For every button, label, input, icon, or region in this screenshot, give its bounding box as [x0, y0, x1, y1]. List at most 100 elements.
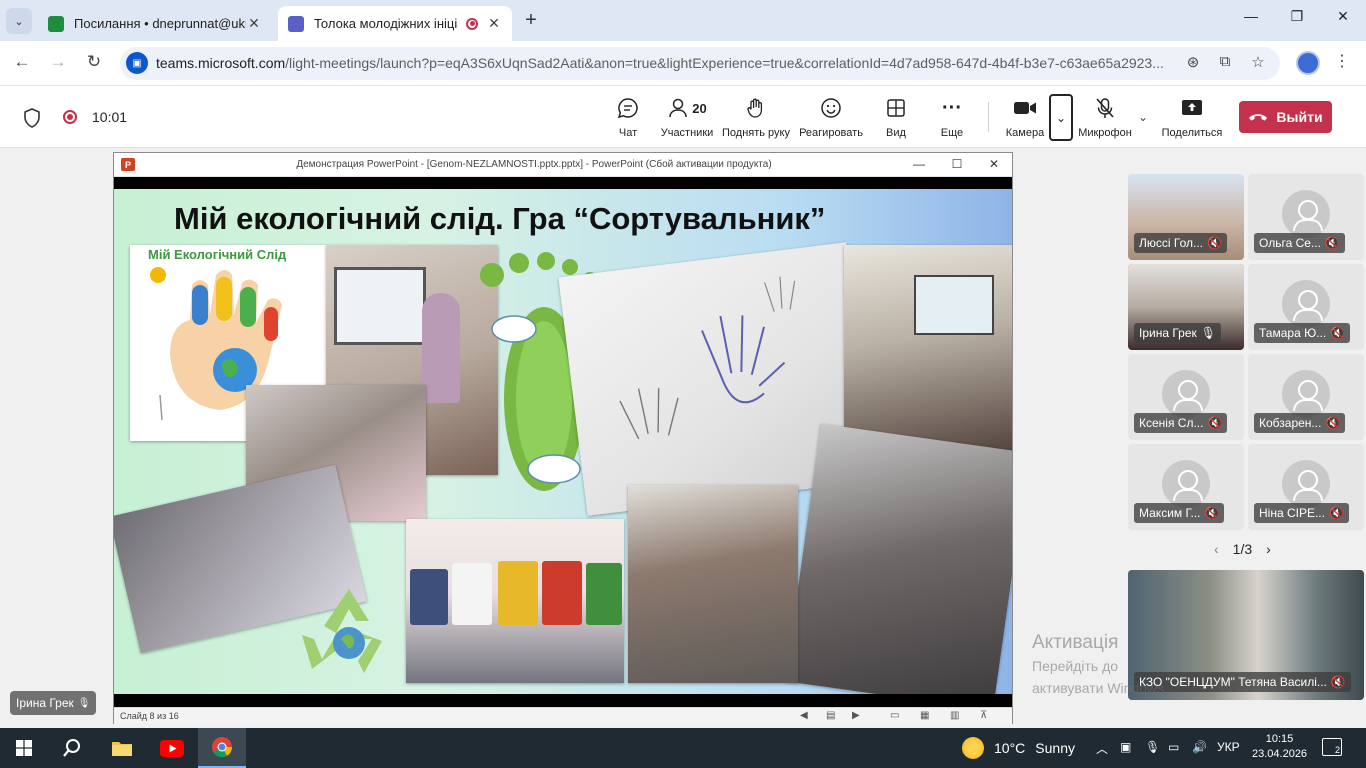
mic-muted-icon: 🔇 — [1204, 506, 1220, 520]
participant-name: Ольга Се... — [1259, 236, 1321, 250]
tray-chevron-up-icon[interactable]: ︿ — [1096, 740, 1108, 757]
bookmark-star-icon[interactable]: ☆ — [1247, 53, 1269, 71]
extension-icon[interactable]: ⊛ — [1182, 53, 1204, 71]
tab-title: Посилання • dneprunnat@ukr. — [74, 16, 246, 31]
sun-icon — [962, 737, 984, 759]
sheets-icon — [48, 15, 64, 32]
tab-title: Толока молодіжних ініціат — [314, 16, 458, 31]
avatar — [1282, 190, 1330, 238]
people-icon — [669, 98, 688, 118]
mic-options-chevron-down-icon[interactable]: ⌄ — [1138, 110, 1148, 124]
recording-icon — [466, 17, 478, 30]
meeting-control-bar: 10:01 Чат 20 Участники Поднять руку Реаг… — [0, 86, 1366, 148]
windows-taskbar: 10°C Sunny ︿ ▣ 🎙 ▭ 🔊 УКР 10:15 23.04.202… — [0, 728, 1366, 768]
camera-options-chevron-down-icon[interactable]: ⌄ — [1049, 94, 1073, 141]
chrome-icon[interactable] — [198, 728, 246, 768]
chat-button[interactable]: Чат — [613, 96, 643, 139]
volume-icon[interactable]: 🔊 — [1192, 740, 1207, 754]
whiteboard-screen — [914, 275, 994, 335]
participant-tile[interactable]: Максим Г... 🔇 — [1128, 444, 1244, 530]
bin-green — [586, 563, 622, 625]
recycle-icon — [302, 589, 382, 673]
control-divider — [988, 102, 989, 132]
new-tab-button[interactable]: + — [520, 9, 542, 32]
search-icon[interactable] — [48, 728, 96, 768]
mic-muted-icon: 🔇 — [1206, 236, 1222, 250]
restore-icon[interactable]: ❐ — [1287, 8, 1307, 25]
translate-icon[interactable]: ⧉ — [1214, 53, 1236, 70]
raise-hand-button[interactable]: Поднять руку — [721, 96, 791, 139]
participants-count: 20 — [692, 100, 707, 116]
weather-temperature: 10°C — [994, 740, 1026, 756]
network-icon[interactable]: ▭ — [1168, 740, 1179, 754]
react-button[interactable]: Реагировать — [799, 96, 863, 139]
minimize-icon[interactable]: — — [1241, 8, 1261, 24]
browser-tab-sheets[interactable]: Посилання • dneprunnat@ukr. ✕ — [38, 6, 272, 41]
chevron-right-icon[interactable]: › — [1266, 541, 1271, 557]
slide-area: Мій екологічний слід. Гра “Сортувальник”… — [114, 177, 1012, 707]
participant-tile[interactable]: Ксенія Сл... 🔇 — [1128, 354, 1244, 440]
browser-tab-teams[interactable]: Толока молодіжних ініціат ✕ — [278, 6, 512, 41]
view-button[interactable]: Вид — [884, 96, 908, 139]
participant-tile[interactable]: Люссі Гол... 🔇 — [1128, 174, 1244, 260]
profile-avatar[interactable] — [1296, 51, 1320, 75]
leave-button[interactable]: Выйти — [1239, 101, 1332, 133]
mic-muted-icon — [1095, 96, 1115, 120]
site-info-icon[interactable]: ▣ — [126, 52, 148, 74]
meeting-timer: 10:01 — [92, 109, 128, 125]
avatar — [1162, 370, 1210, 418]
slide-counter: Слайд 8 из 16 — [120, 711, 179, 721]
watermark-line-1: Активація — [1032, 632, 1119, 653]
mic-on-icon: 🎙 — [77, 697, 91, 709]
ppt-reading-view-icon: ▥ — [950, 710, 960, 721]
close-tab-icon[interactable]: ✕ — [486, 15, 502, 32]
browser-menu-icon[interactable]: ⋮ — [1334, 51, 1350, 71]
chevron-left-icon[interactable]: ‹ — [1214, 541, 1219, 557]
leave-label: Выйти — [1276, 109, 1323, 125]
participant-tile-speaking[interactable]: Ірина Грек 🎙 — [1128, 264, 1244, 350]
participant-name: Ірина Грек — [1139, 326, 1197, 340]
language-indicator[interactable]: УКР — [1217, 740, 1240, 754]
tray-camera-icon[interactable]: ▣ — [1120, 740, 1131, 754]
youtube-icon[interactable] — [148, 728, 196, 768]
forward-icon[interactable]: → — [46, 52, 70, 72]
mic-on-icon: 🎙 — [1200, 326, 1217, 340]
close-window-icon[interactable]: ✕ — [1333, 8, 1353, 25]
participant-tile[interactable]: Ніна СІРЕ... 🔇 — [1248, 444, 1364, 530]
close-tab-icon[interactable]: ✕ — [246, 15, 262, 32]
participant-name: Ксенія Сл... — [1139, 416, 1204, 430]
camera-label: Камера — [1005, 127, 1045, 139]
notification-center-icon[interactable]: 2 — [1322, 738, 1342, 756]
address-bar[interactable]: ▣ teams.microsoft.com/light-meetings/lau… — [120, 47, 1280, 80]
tray-mic-icon[interactable]: 🎙 — [1145, 740, 1160, 754]
tab-search-button[interactable]: ⌄ — [6, 8, 32, 34]
participants-button[interactable]: 20 Участники — [659, 96, 715, 139]
teams-icon — [288, 15, 304, 32]
participant-tile[interactable]: Кобзарен... 🔇 — [1248, 354, 1364, 440]
mic-muted-icon: 🔇 — [1330, 675, 1346, 689]
participant-tile[interactable]: Тамара Ю... 🔇 — [1248, 264, 1364, 350]
reload-icon[interactable]: ↻ — [82, 52, 106, 72]
back-icon[interactable]: ← — [10, 52, 34, 72]
ppt-normal-view-icon: ▭ — [890, 710, 900, 721]
participant-tile[interactable]: Ольга Се... 🔇 — [1248, 174, 1364, 260]
browser-toolbar: ← → ↻ ▣ teams.microsoft.com/light-meetin… — [0, 41, 1366, 86]
teacher-figure — [422, 293, 460, 403]
url-text[interactable]: teams.microsoft.com/light-meetings/launc… — [156, 55, 1186, 71]
microphone-button[interactable]: Микрофон — [1077, 96, 1133, 139]
file-explorer-icon[interactable] — [98, 728, 146, 768]
more-button[interactable]: ··· Еще — [940, 96, 964, 140]
share-button[interactable]: Поделиться — [1162, 96, 1222, 139]
interactive-whiteboard — [334, 267, 426, 345]
bin-white — [452, 563, 492, 625]
mic-muted-icon: 🔇 — [1207, 416, 1223, 430]
shared-powerpoint-window: P Демонстрация PowerPoint - [Genom-NEZLA… — [113, 152, 1013, 724]
participant-name: Кобзарен... — [1259, 416, 1322, 430]
weather-widget[interactable]: 10°C Sunny — [962, 737, 1075, 759]
system-clock[interactable]: 10:15 23.04.2026 — [1252, 732, 1307, 762]
camera-button[interactable]: Камера — [1005, 96, 1045, 139]
chat-label: Чат — [618, 127, 638, 139]
view-label: Вид — [886, 127, 906, 139]
avatar — [1162, 460, 1210, 508]
windows-start-icon[interactable] — [0, 728, 48, 768]
